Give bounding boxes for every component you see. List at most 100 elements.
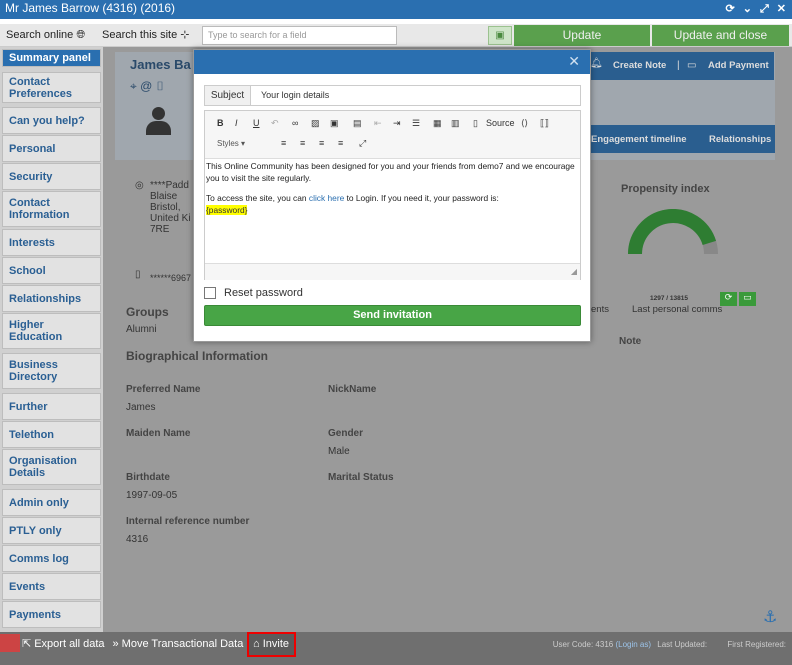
subject-label: Subject xyxy=(205,86,251,105)
status-actions: ⇱ Export all data » Move Transactional D… xyxy=(0,632,243,655)
sidebar-item-interests[interactable]: Interests xyxy=(2,229,101,256)
groups-value: Alumni xyxy=(126,324,157,335)
template-icon[interactable]: ▥ xyxy=(451,118,460,129)
birthdate-label: Birthdate xyxy=(126,472,170,483)
globe-icon: 🌐︎ xyxy=(76,29,86,41)
editor-body[interactable]: This Online Community has been designed … xyxy=(205,159,580,225)
sidebar-item-school[interactable]: School xyxy=(2,257,101,284)
search-online-button[interactable]: Search online 🌐︎ xyxy=(6,24,85,47)
outdent-icon[interactable]: ⇤ xyxy=(374,118,382,129)
fullscreen-icon[interactable]: ⤢ xyxy=(359,138,366,149)
export-all-link[interactable]: Export all data xyxy=(34,638,104,650)
sync-icon-button[interactable]: ⟳ xyxy=(720,292,737,306)
editor-toolbar: B I U ↶ ∞ ▨ ▣ ▤ ⇤ ⇥ ☰ ▦ ▥ ▯ Source ⟨⟩ ⟦⟧… xyxy=(205,111,580,159)
monitor-icon-button[interactable]: ▭ xyxy=(739,292,756,306)
tab-engagement[interactable]: Engagement timeline xyxy=(591,134,687,145)
iframe-icon[interactable]: ⟦⟧ xyxy=(540,118,549,129)
sidebar-item-contact-preferences[interactable]: Contact Preferences xyxy=(2,72,101,103)
profile-tabs: Engagement timeline Relationships xyxy=(581,125,775,153)
source-button[interactable]: Source xyxy=(486,118,515,128)
window-titlebar: Mr James Barrow (4316) (2016) ⟳ ⌄ ⤢ ✕ xyxy=(0,0,792,19)
close-icon[interactable]: ✕ xyxy=(777,1,786,18)
propensity-widget: Propensity index 1297 / 13815 xyxy=(608,177,748,302)
save-icon[interactable]: ▣ xyxy=(488,26,512,45)
address-line: Blaise xyxy=(150,191,178,202)
sitemap-icon: ⊹ xyxy=(180,29,190,41)
window-controls: ⟳ ⌄ ⤢ ✕ xyxy=(726,0,786,19)
sidebar-item-security[interactable]: Security xyxy=(2,163,101,190)
tab-last-comms[interactable]: Last personal comms xyxy=(632,304,722,315)
table-icon[interactable]: ▦ xyxy=(433,118,442,129)
italic-icon[interactable]: I xyxy=(235,118,238,128)
invite-button[interactable]: ⌂ Invite xyxy=(247,632,296,657)
code-icon[interactable]: ⟨⟩ xyxy=(521,118,528,129)
update-close-button[interactable]: Update and close xyxy=(652,25,789,46)
add-payment-link[interactable]: Add Payment xyxy=(708,60,769,71)
tab-relationships[interactable]: Relationships xyxy=(709,134,771,145)
sidebar-item-relationships[interactable]: Relationships xyxy=(2,285,101,312)
sidebar-item-admin-only[interactable]: Admin only xyxy=(2,489,101,516)
body-text: to Login. If you need it, your password … xyxy=(344,193,499,203)
bio-title: Biographical Information xyxy=(126,349,269,363)
invite-icon: ⌂ xyxy=(253,638,260,650)
tab-events[interactable]: ents xyxy=(591,304,609,315)
send-invitation-button[interactable]: Send invitation xyxy=(204,305,581,326)
invite-label: Invite xyxy=(262,638,290,650)
login-as-link[interactable]: (Login as) xyxy=(615,640,651,649)
list-icon[interactable]: ☰ xyxy=(412,118,420,129)
gender-label: Gender xyxy=(328,428,364,439)
invite-modal: ✕ Subject Your login details B I U ↶ ∞ ▨… xyxy=(193,49,591,342)
styles-dropdown[interactable]: Styles ▾ xyxy=(217,139,245,148)
maiden-name-label: Maiden Name xyxy=(126,428,191,439)
indent-icon[interactable]: ⇥ xyxy=(393,118,401,129)
reset-password-checkbox[interactable] xyxy=(204,287,216,299)
subject-input[interactable]: Your login details xyxy=(261,86,329,105)
link-icon[interactable]: ∞ xyxy=(292,118,298,128)
update-button[interactable]: Update xyxy=(514,25,650,46)
refresh-icon[interactable]: ⟳ xyxy=(726,1,735,18)
resize-handle-icon[interactable]: ◢ xyxy=(571,267,577,276)
sidebar-item-higher-education[interactable]: Higher Education xyxy=(2,313,101,349)
sidebar-item-contact-information[interactable]: Contact Information xyxy=(2,191,101,227)
reset-password-label: Reset password xyxy=(224,287,303,299)
maximize-icon[interactable]: ⤢ xyxy=(760,1,769,18)
styles-label: Styles xyxy=(217,139,239,148)
move-transactional-link[interactable]: Move Transactional Data xyxy=(122,638,244,650)
sidebar-item-can-you-help[interactable]: Can you help? xyxy=(2,107,101,134)
align-left-icon[interactable]: ≡ xyxy=(281,138,286,148)
sidebar-item-organisation-details[interactable]: Organisation Details xyxy=(2,449,101,485)
bell-icon[interactable]: 🔔︎ xyxy=(590,58,603,69)
chevron-down-icon[interactable]: ⌄ xyxy=(743,1,752,18)
source-icon[interactable]: ▯ xyxy=(473,118,478,129)
internal-ref-value: 4316 xyxy=(126,534,149,545)
sidebar-item-telethon[interactable]: Telethon xyxy=(2,421,101,448)
create-note-link[interactable]: Create Note xyxy=(613,60,666,71)
sidebar-item-ptly-only[interactable]: PTLY only xyxy=(2,517,101,544)
sidebar-item-summary[interactable]: Summary panel xyxy=(2,49,101,67)
rich-text-editor: B I U ↶ ∞ ▨ ▣ ▤ ⇤ ⇥ ☰ ▦ ▥ ▯ Source ⟨⟩ ⟦⟧… xyxy=(204,110,581,280)
underline-icon[interactable]: U xyxy=(253,118,260,128)
anchor-icon[interactable]: ⚓︎ xyxy=(763,607,777,627)
close-icon[interactable]: ✕ xyxy=(568,53,580,70)
sidebar-item-comms-log[interactable]: Comms log xyxy=(2,545,101,572)
sidebar-item-events[interactable]: Events xyxy=(2,573,101,600)
image-icon[interactable]: ▨ xyxy=(311,118,320,129)
sidebar-item-personal[interactable]: Personal xyxy=(2,135,101,162)
user-code: User Code: 4316 xyxy=(552,640,614,649)
sidebar: Summary panel Contact Preferences Can yo… xyxy=(0,47,103,632)
align-right-icon[interactable]: ≡ xyxy=(319,138,324,148)
search-site-button[interactable]: Search this site ⊹ xyxy=(102,24,189,47)
bold-icon[interactable]: B xyxy=(217,118,224,128)
video-icon[interactable]: ▣ xyxy=(330,118,339,129)
password-placeholder: {password} xyxy=(206,205,248,215)
click-here-link[interactable]: click here xyxy=(309,193,344,203)
undo-icon[interactable]: ↶ xyxy=(271,118,279,129)
sidebar-item-further[interactable]: Further xyxy=(2,393,101,420)
align-center-icon[interactable]: ≡ xyxy=(300,138,305,148)
sidebar-item-business-directory[interactable]: Business Directory xyxy=(2,353,101,389)
field-search-input[interactable]: Type to search for a field xyxy=(202,26,397,45)
justify-icon[interactable]: ≡ xyxy=(338,138,343,148)
phone-number: ******6967 xyxy=(150,273,192,283)
paste-icon[interactable]: ▤ xyxy=(353,118,362,129)
sidebar-item-payments[interactable]: Payments xyxy=(2,601,101,628)
